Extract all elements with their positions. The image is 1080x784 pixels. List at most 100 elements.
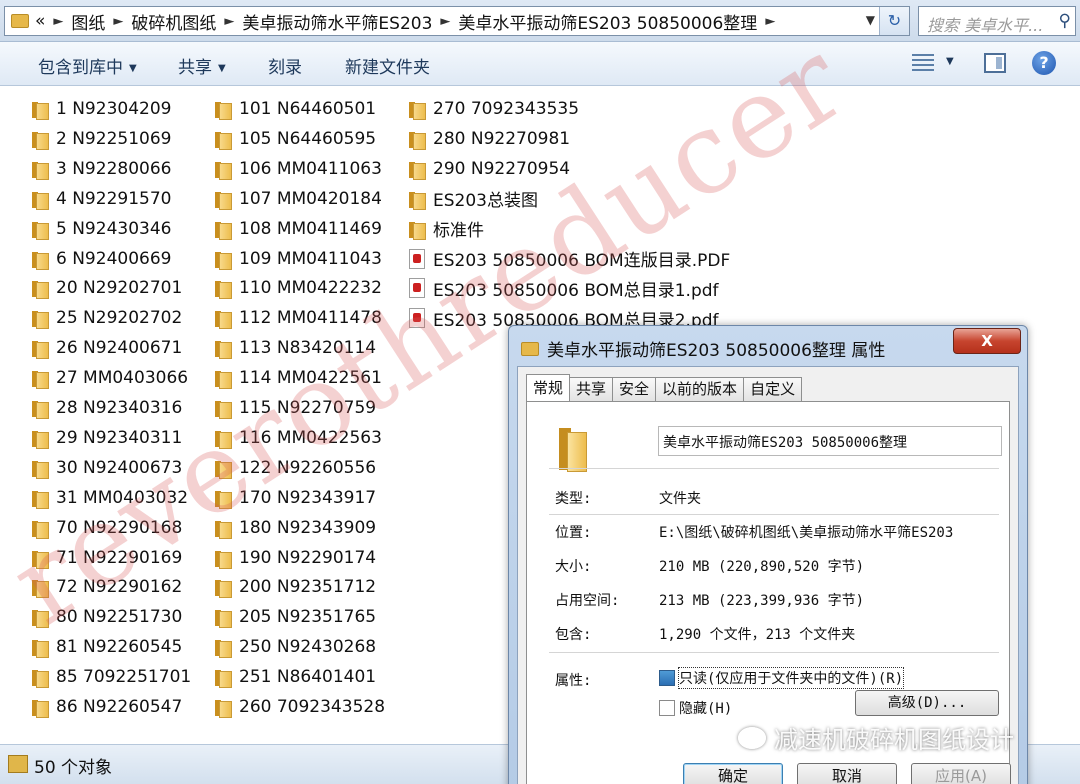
- folder-item[interactable]: 115 N92270759: [215, 394, 376, 422]
- folder-item[interactable]: 105 N64460595: [215, 125, 376, 153]
- folder-item[interactable]: 170 N92343917: [215, 484, 376, 512]
- folder-item[interactable]: 29 N92340311: [32, 424, 182, 452]
- breadcrumb-separator: ►: [440, 13, 451, 29]
- folder-item[interactable]: 2 N92251069: [32, 125, 171, 153]
- folder-name-field[interactable]: 美卓水平振动筛ES203 50850006整理: [658, 426, 1002, 456]
- preview-pane-icon[interactable]: [984, 53, 1006, 73]
- apply-button[interactable]: 应用(A): [911, 763, 1011, 784]
- view-options-icon[interactable]: [912, 54, 934, 72]
- folder-item[interactable]: 80 N92251730: [32, 603, 182, 631]
- folder-item[interactable]: ES203总装图: [409, 185, 538, 213]
- pdf-file-icon: [409, 248, 425, 269]
- folder-item[interactable]: 280 N92270981: [409, 125, 570, 153]
- folder-item[interactable]: 31 MM0403032: [32, 484, 188, 512]
- view-dropdown-icon[interactable]: ▼: [946, 56, 954, 67]
- folder-item[interactable]: 112 MM0411478: [215, 304, 382, 332]
- pdf-file-item[interactable]: ES203 50850006 BOM连版目录.PDF: [409, 245, 730, 273]
- folder-item[interactable]: 205 N92351765: [215, 603, 376, 631]
- item-name: 116 MM0422563: [239, 427, 382, 448]
- tab-general[interactable]: 常规: [526, 374, 571, 401]
- folder-item[interactable]: 30 N92400673: [32, 454, 182, 482]
- folder-item[interactable]: 27 MM0403066: [32, 364, 188, 392]
- burn-button[interactable]: 刻录: [268, 53, 302, 78]
- folder-item[interactable]: 106 MM0411063: [215, 155, 382, 183]
- hidden-checkbox[interactable]: 隐藏(H): [659, 698, 732, 718]
- folder-item[interactable]: 3 N92280066: [32, 155, 171, 183]
- item-name: 31 MM0403032: [56, 487, 189, 508]
- folder-item[interactable]: 101 N64460501: [215, 95, 376, 123]
- hidden-label: 隐藏(H): [679, 701, 733, 717]
- folder-item[interactable]: 4 N92291570: [32, 185, 171, 213]
- folder-item[interactable]: 107 MM0420184: [215, 185, 382, 213]
- address-dropdown-icon[interactable]: ▼: [866, 13, 875, 27]
- tab-previous-versions[interactable]: 以前的版本: [655, 377, 745, 401]
- folder-item[interactable]: 270 7092343535: [409, 95, 579, 123]
- folder-item[interactable]: 85 7092251701: [32, 663, 191, 691]
- share-button[interactable]: 共享 ▼: [178, 53, 226, 78]
- pdf-file-item[interactable]: ES203 50850006 BOM总目录1.pdf: [409, 274, 719, 302]
- folder-item[interactable]: 190 N92290174: [215, 544, 376, 572]
- folder-item[interactable]: 72 N92290162: [32, 573, 182, 601]
- wechat-watermark: 减速机破碎机图纸设计: [738, 720, 1014, 755]
- folder-item[interactable]: 81 N92260545: [32, 633, 182, 661]
- folder-item[interactable]: 26 N92400671: [32, 334, 182, 362]
- folder-item[interactable]: 1 N92304209: [32, 95, 171, 123]
- folder-icon: [215, 160, 232, 180]
- folder-icon: [409, 160, 426, 180]
- folder-item[interactable]: 20 N29202701: [32, 274, 182, 302]
- folder-item[interactable]: 标准件: [409, 215, 484, 243]
- folder-icon: [32, 369, 49, 390]
- folder-item[interactable]: 5 N92430346: [32, 215, 171, 243]
- folder-item[interactable]: 109 MM0411043: [215, 245, 382, 273]
- cancel-button[interactable]: 取消: [797, 763, 897, 784]
- folder-item[interactable]: 70 N92290168: [32, 514, 182, 542]
- folder-item[interactable]: 6 N92400669: [32, 245, 171, 273]
- search-input[interactable]: 搜索 美卓水平... ⚲: [918, 6, 1076, 36]
- tab-customize[interactable]: 自定义: [743, 377, 803, 401]
- location-label: 位置:: [555, 525, 592, 541]
- folder-item[interactable]: 116 MM0422563: [215, 424, 382, 452]
- search-icon[interactable]: ⚲: [1059, 11, 1071, 31]
- readonly-checkbox[interactable]: 只读(仅应用于文件夹中的文件)(R): [659, 667, 905, 689]
- breadcrumb-item[interactable]: 破碎机图纸: [131, 9, 216, 34]
- folder-item[interactable]: 250 N92430268: [215, 633, 376, 661]
- folder-item[interactable]: 108 MM0411469: [215, 215, 382, 243]
- folder-item[interactable]: 251 N86401401: [215, 663, 376, 691]
- folder-item[interactable]: 71 N92290169: [32, 544, 182, 572]
- folder-item[interactable]: 86 N92260547: [32, 693, 182, 721]
- new-folder-button[interactable]: 新建文件夹: [345, 53, 430, 78]
- close-button[interactable]: X: [953, 328, 1021, 354]
- include-in-library-button[interactable]: 包含到库中 ▼: [38, 53, 137, 78]
- folder-icon: [215, 489, 232, 509]
- folder-icon: [32, 190, 49, 210]
- breadcrumb[interactable]: « ► 图纸 ► 破碎机图纸 ► 美卓振动筛水平筛ES203 ► 美卓水平振动筛…: [4, 6, 910, 36]
- breadcrumb-separator: ►: [53, 13, 64, 29]
- item-name: 28 N92340316: [56, 398, 183, 418]
- breadcrumb-item[interactable]: 图纸: [71, 9, 105, 34]
- item-name: 20 N29202701: [56, 278, 183, 299]
- folder-item[interactable]: 260 7092343528: [215, 693, 385, 721]
- folder-icon: [32, 130, 49, 150]
- item-name: 105 N64460595: [239, 128, 377, 149]
- item-name: 109 MM0411043: [239, 248, 382, 269]
- folder-item[interactable]: 180 N92343909: [215, 514, 376, 542]
- advanced-button[interactable]: 高级(D)...: [855, 690, 999, 716]
- help-icon[interactable]: ?: [1032, 51, 1056, 75]
- folder-item[interactable]: 25 N29202702: [32, 304, 182, 332]
- tab-security[interactable]: 安全: [612, 377, 657, 401]
- folder-item[interactable]: 122 N92260556: [215, 454, 376, 482]
- folder-item[interactable]: 290 N92270954: [409, 155, 570, 183]
- breadcrumb-item[interactable]: 美卓振动筛水平筛ES203: [242, 9, 432, 34]
- folder-item[interactable]: 113 N83420114: [215, 334, 376, 362]
- ok-button[interactable]: 确定: [683, 763, 783, 784]
- refresh-icon[interactable]: ↻: [879, 7, 909, 35]
- folder-item[interactable]: 28 N92340316: [32, 394, 182, 422]
- breadcrumb-item[interactable]: 美卓水平振动筛ES203 50850006整理: [458, 9, 757, 34]
- folder-item[interactable]: 114 MM0422561: [215, 364, 382, 392]
- item-name: 190 N92290174: [239, 547, 377, 568]
- folder-item[interactable]: 110 MM0422232: [215, 274, 382, 302]
- breadcrumb-overflow[interactable]: «: [35, 11, 45, 31]
- item-name: 6 N92400669: [56, 248, 172, 269]
- tab-sharing[interactable]: 共享: [569, 377, 614, 401]
- folder-item[interactable]: 200 N92351712: [215, 573, 376, 601]
